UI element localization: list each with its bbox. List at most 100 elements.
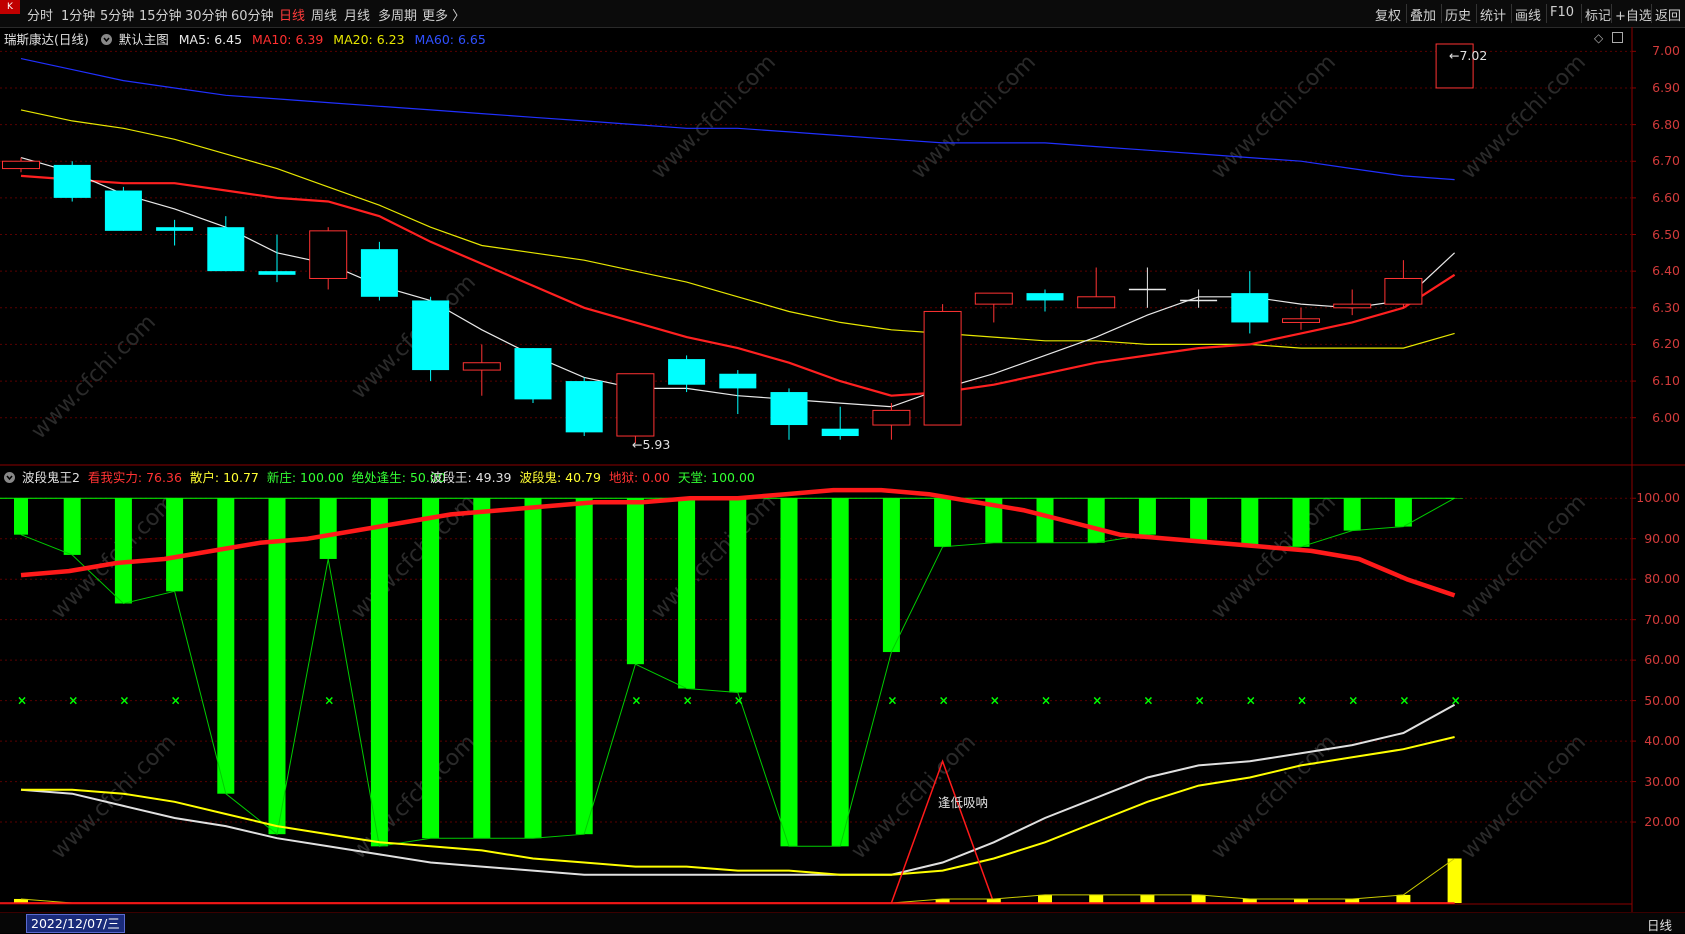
price-tick-label: 6.90 <box>1652 79 1680 95</box>
xinzhuang-bar <box>729 498 747 693</box>
xinzhuang-bar <box>319 498 337 559</box>
juechufengsheng-marker: × <box>1143 694 1153 708</box>
candle-body-up <box>1333 303 1372 309</box>
candle-body-down <box>1231 293 1269 323</box>
juechufengsheng-marker: × <box>1041 694 1051 708</box>
sanhu-bar <box>1038 894 1052 903</box>
juechufengsheng-marker: × <box>1195 694 1205 708</box>
juechufengsheng-marker: × <box>939 694 949 708</box>
sanhu-bar <box>1396 894 1411 903</box>
low-price-value: 5.93 <box>642 437 671 452</box>
candle-body-down <box>821 428 859 437</box>
candle-body-up <box>974 292 1013 305</box>
juechufengsheng-marker: × <box>1348 694 1358 708</box>
high-price-value: 7.02 <box>1459 48 1488 63</box>
juechufengsheng-marker: × <box>887 694 897 708</box>
xinzhuang-bar <box>422 498 440 839</box>
arrow-left-icon: ← <box>1449 48 1460 63</box>
price-tick-label: 6.70 <box>1652 153 1680 169</box>
boduanwang-line <box>20 703 1456 876</box>
watermark-text: www.cfchi.com <box>27 310 161 444</box>
candle-body-down <box>53 164 91 198</box>
xinzhuang-bar <box>268 498 286 835</box>
candle-body-down <box>258 271 296 275</box>
watermark-text: www.cfchi.com <box>907 50 1041 184</box>
xinzhuang-bar <box>626 498 644 665</box>
indicator-tick-label: 90.00 <box>1644 530 1680 546</box>
xinzhuang-bar <box>473 498 491 839</box>
juechufengsheng-marker: × <box>990 694 1000 708</box>
candle-body-down <box>1026 293 1064 301</box>
juechufengsheng-marker: × <box>1246 694 1256 708</box>
candle-body-up <box>616 373 655 437</box>
price-tick-label: 6.00 <box>1652 409 1680 425</box>
candle-body-up <box>923 310 962 426</box>
price-tick-label: 6.50 <box>1652 226 1680 242</box>
xinzhuang-bar <box>217 498 235 794</box>
watermark-text: www.cfchi.com <box>1457 50 1591 184</box>
watermark-text: www.cfchi.com <box>47 730 181 864</box>
sanhu-bar <box>1191 894 1206 903</box>
price-tick-label: 7.00 <box>1652 43 1680 59</box>
xinzhuang-bar <box>1138 498 1156 535</box>
candle-body-down <box>156 227 194 231</box>
xinzhuang-bar <box>831 498 849 847</box>
candle-body-up <box>1282 318 1320 323</box>
boduangui-line <box>21 736 1455 876</box>
juechufengsheng-marker: × <box>1399 694 1409 708</box>
juechufengsheng-marker: × <box>1092 694 1102 708</box>
candle-body-up <box>872 409 911 426</box>
low-price-marker: ←5.93 <box>632 437 670 452</box>
ma5-line <box>20 157 1456 408</box>
candle-body-up <box>309 230 348 279</box>
cursor-date: 2022/12/07/三 <box>26 914 125 933</box>
xinzhuang-bar <box>1087 498 1105 543</box>
xinzhuang-bar <box>1190 498 1208 543</box>
watermark-text: www.cfchi.com <box>647 490 781 624</box>
xinzhuang-bar <box>1241 498 1259 547</box>
juechufengsheng-marker: × <box>734 694 744 708</box>
indicator-tick-label: 50.00 <box>1644 692 1680 708</box>
watermark-text: www.cfchi.com <box>1207 490 1341 624</box>
juechufengsheng-marker: × <box>171 694 181 708</box>
xinzhuang-bar <box>678 498 696 689</box>
period-indicator[interactable]: 日线 <box>1647 915 1672 934</box>
price-tick-label: 6.80 <box>1652 116 1680 132</box>
candle-body-up <box>1077 296 1116 309</box>
high-price-marker: ←7.02 <box>1449 48 1487 63</box>
sanhu-bar <box>1447 858 1462 903</box>
xinzhuang-bar <box>1343 498 1361 531</box>
xinzhuang-bar <box>1036 498 1054 543</box>
xinzhuang-bar <box>780 498 798 847</box>
price-tick-label: 6.20 <box>1652 336 1680 352</box>
candle-body-up <box>2 160 40 170</box>
watermark-text: www.cfchi.com <box>347 490 481 624</box>
indicator-tick-label: 30.00 <box>1644 773 1680 789</box>
watermark-text: www.cfchi.com <box>1457 490 1591 624</box>
xinzhuang-bar <box>524 498 542 839</box>
indicator-tick-label: 100.00 <box>1636 490 1680 506</box>
candle-body-down <box>668 359 706 385</box>
price-tick-label: 6.10 <box>1652 373 1680 389</box>
juechufengsheng-marker: × <box>17 694 27 708</box>
xinzhuang-bar <box>1292 498 1310 547</box>
price-tick-label: 6.60 <box>1652 189 1680 205</box>
xinzhuang-bar <box>14 498 28 535</box>
status-bar: 2022/12/07/三 日线 <box>0 912 1685 933</box>
xinzhuang-bar <box>575 498 593 835</box>
arrow-left-icon: ← <box>632 437 643 452</box>
sanhu-bar <box>1089 894 1104 903</box>
candle-body-down <box>360 249 398 297</box>
candle-body-down <box>719 373 757 389</box>
juechufengsheng-marker: × <box>119 694 129 708</box>
indicator-tick-label: 20.00 <box>1644 814 1680 830</box>
watermark-text: www.cfchi.com <box>647 50 781 184</box>
price-tick-label: 6.40 <box>1652 263 1680 279</box>
juechufengsheng-marker: × <box>683 694 693 708</box>
juechufengsheng-marker: × <box>324 694 334 708</box>
xinzhuang-bar <box>166 498 184 592</box>
kline-chart-area[interactable]: www.cfchi.com www.cfchi.com www.cfchi.com w… <box>0 0 1685 932</box>
indicator-tick-label: 70.00 <box>1644 611 1680 627</box>
xinzhuang-bar <box>370 498 388 847</box>
sanhu-bar <box>1140 894 1155 903</box>
